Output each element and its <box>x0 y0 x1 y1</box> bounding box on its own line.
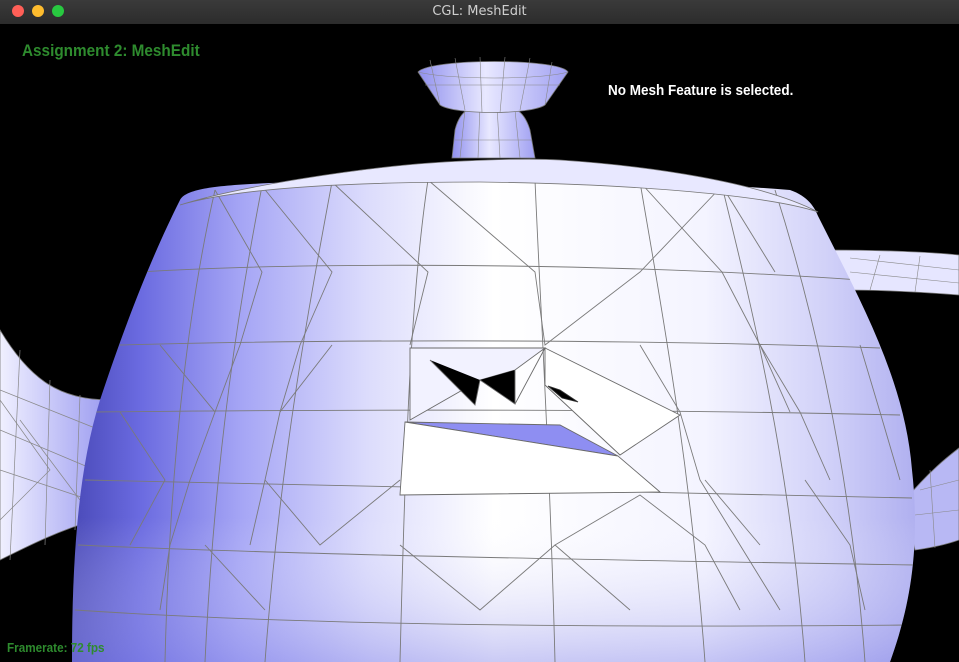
teapot-mesh[interactable] <box>0 24 959 662</box>
window-titlebar[interactable]: CGL: MeshEdit <box>0 0 959 25</box>
mesh-viewport[interactable]: Assignment 2: MeshEdit No Mesh Feature i… <box>0 24 959 662</box>
assignment-title: Assignment 2: MeshEdit <box>22 41 200 60</box>
framerate-readout: Framerate: 72 fps <box>7 640 105 655</box>
selection-status: No Mesh Feature is selected. <box>608 82 794 99</box>
window-title: CGL: MeshEdit <box>432 4 527 19</box>
